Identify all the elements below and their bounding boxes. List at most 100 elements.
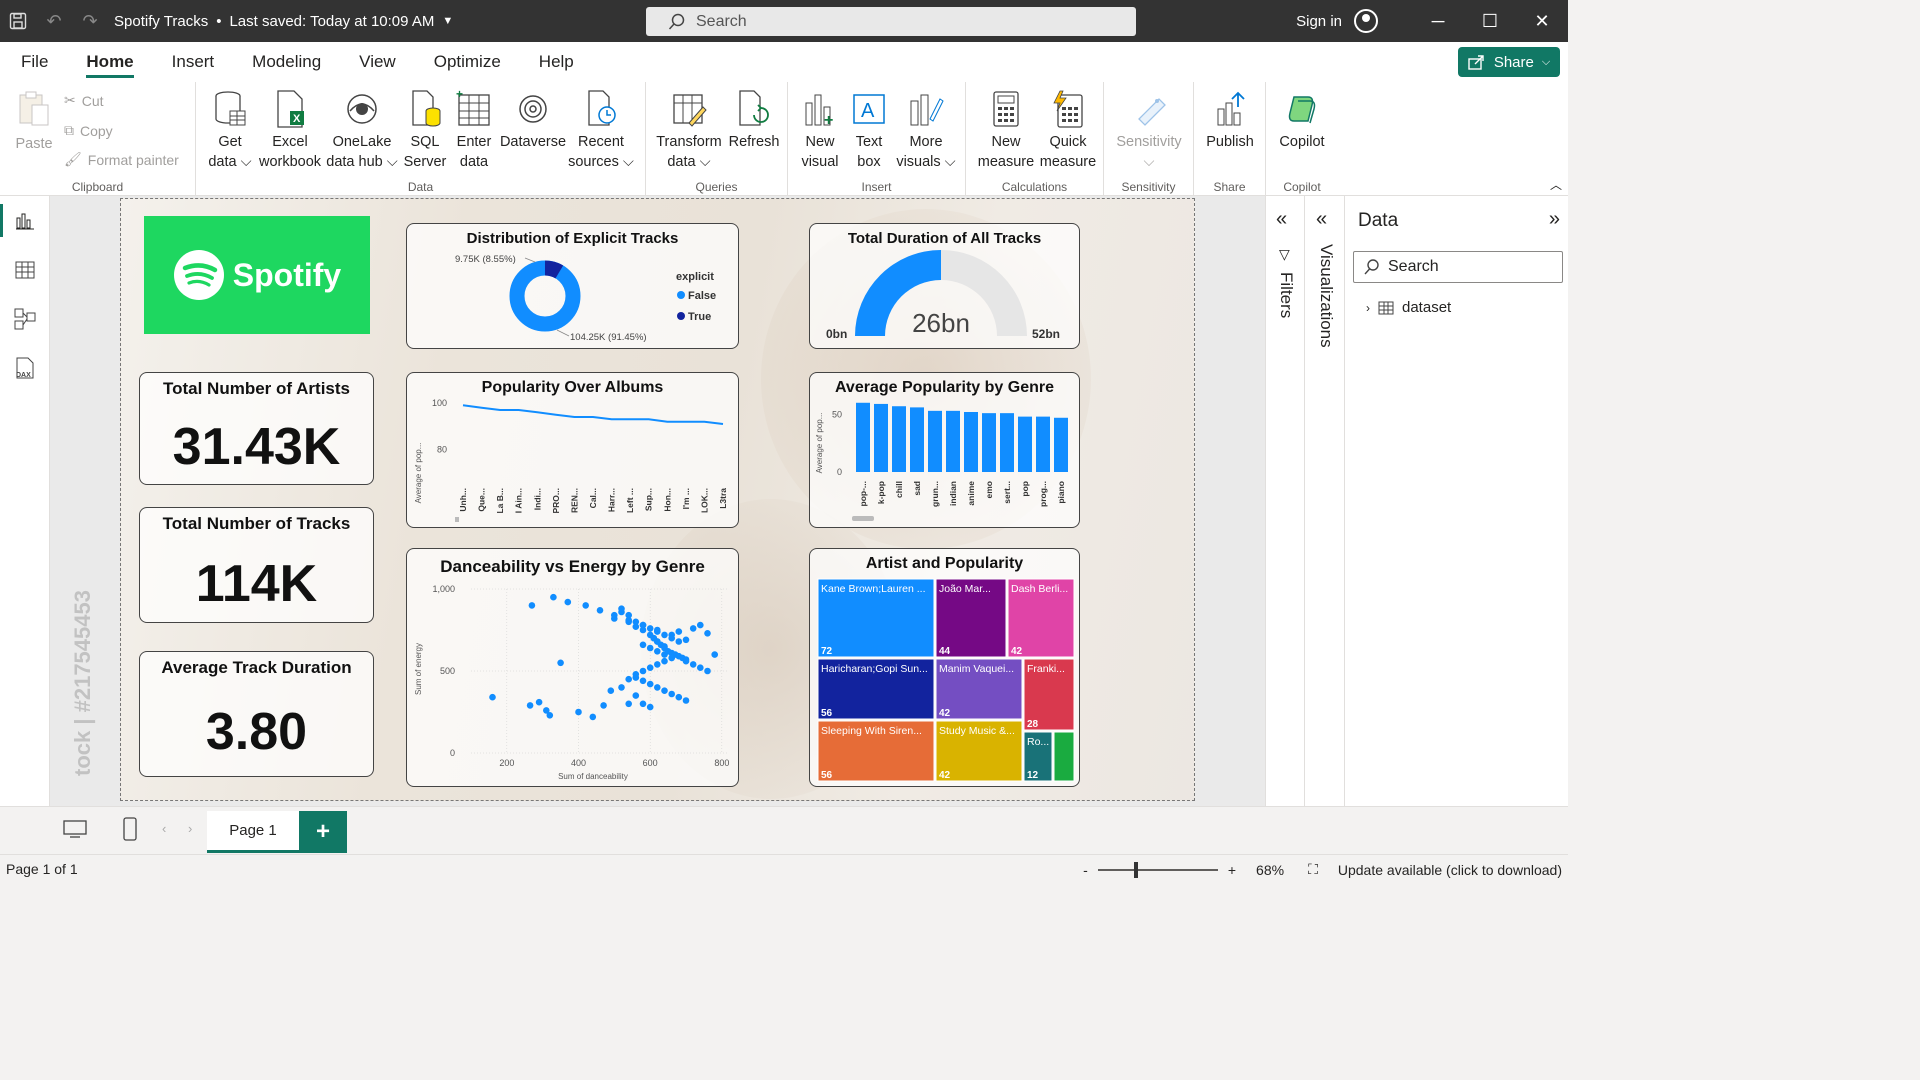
legend-item-true[interactable]: True [688, 311, 711, 323]
next-page-icon[interactable]: › [188, 821, 192, 836]
scatter-point[interactable] [550, 593, 557, 601]
kpi-card-artists[interactable]: Total Number of Artists 31.43K [139, 372, 374, 485]
scatter-point[interactable] [661, 657, 668, 665]
menu-view[interactable]: View [340, 42, 415, 82]
scatter-point[interactable] [589, 713, 597, 721]
scatter-point[interactable] [689, 625, 697, 632]
scatter-chart-card[interactable]: Danceability vs Energy by Genre Sum of e… [406, 548, 739, 787]
scatter-point[interactable] [682, 636, 690, 644]
save-icon[interactable] [0, 0, 36, 42]
table-view-icon[interactable] [0, 245, 50, 294]
report-view-icon[interactable] [0, 196, 50, 245]
minimize-button[interactable]: ─ [1412, 0, 1464, 42]
search-input[interactable]: Search [646, 7, 1136, 36]
treemap-card[interactable]: Artist and Popularity Kane Brown;Lauren … [809, 548, 1080, 787]
new-measure-button[interactable]: New measure [974, 88, 1038, 172]
collapse-filters-icon[interactable]: « [1276, 208, 1287, 231]
recent-sources-button[interactable]: Recent sources ⌵ [568, 88, 634, 172]
bar[interactable] [1036, 416, 1050, 472]
collapse-ribbon-icon[interactable]: ︿ [1550, 176, 1562, 193]
scatter-point[interactable] [675, 693, 683, 701]
scatter-point[interactable] [646, 664, 654, 671]
copy-button[interactable]: ⧉ Copy [64, 122, 113, 139]
menu-help[interactable]: Help [520, 42, 593, 82]
onelake-button[interactable]: OneLake data hub ⌵ [324, 88, 400, 172]
scatter-point[interactable] [535, 698, 543, 706]
line-series[interactable] [462, 404, 724, 425]
scatter-point[interactable] [557, 659, 564, 667]
maximize-button[interactable]: ☐ [1464, 0, 1516, 42]
menu-optimize[interactable]: Optimize [415, 42, 520, 82]
bar[interactable] [946, 410, 960, 472]
scatter-point[interactable] [596, 607, 604, 614]
excel-workbook-button[interactable]: X Excel workbook [256, 88, 324, 172]
redo-icon[interactable]: ↷ [72, 0, 108, 42]
bar[interactable] [1018, 416, 1032, 472]
scatter-point[interactable] [639, 667, 647, 675]
zoom-thumb[interactable] [1133, 861, 1138, 878]
scatter-point[interactable] [625, 616, 632, 624]
scatter-point[interactable] [618, 605, 625, 612]
scatter-point[interactable] [704, 630, 711, 637]
copilot-button[interactable]: Copilot [1272, 88, 1332, 152]
gauge-card[interactable]: Total Duration of All Tracks 26bn 0bn 52… [809, 223, 1080, 349]
bar[interactable] [910, 407, 924, 472]
kpi-card-duration[interactable]: Average Track Duration 3.80 [139, 651, 374, 777]
filters-pane-label[interactable]: Filters [1276, 272, 1296, 318]
menu-modeling[interactable]: Modeling [233, 42, 340, 82]
zoom-level[interactable]: 68% [1256, 862, 1284, 878]
legend-item-false[interactable]: False [688, 290, 716, 302]
donut-chart-card[interactable]: Distribution of Explicit Tracks 9.75K (8… [406, 223, 739, 349]
line-chart-card[interactable]: Popularity Over Albums Average of pop...… [406, 372, 739, 528]
undo-icon[interactable]: ↶ [36, 0, 72, 42]
add-page-button[interactable]: + [299, 811, 347, 853]
horizontal-scrollbar[interactable] [455, 517, 459, 522]
scatter-point[interactable] [646, 680, 654, 688]
share-button[interactable]: Share ⌵ [1458, 47, 1560, 77]
page-tab[interactable]: Page 1 [207, 811, 299, 853]
model-view-icon[interactable] [0, 294, 50, 343]
data-search-input[interactable]: Search [1353, 251, 1563, 283]
menu-file[interactable]: File [2, 42, 67, 82]
bar-chart-card[interactable]: Average Popularity by Genre Average of p… [809, 372, 1080, 528]
bar[interactable] [928, 410, 942, 472]
expand-data-icon[interactable]: » [1549, 208, 1560, 231]
dax-query-view-icon[interactable]: DAX [0, 343, 50, 392]
scatter-point[interactable] [600, 702, 607, 709]
bar[interactable] [874, 403, 888, 472]
scatter-point[interactable] [711, 651, 718, 658]
scatter-point[interactable] [632, 671, 640, 678]
scatter-point[interactable] [697, 621, 704, 629]
scatter-point[interactable] [654, 684, 661, 691]
scatter-point[interactable] [661, 631, 668, 639]
donut-slice-false[interactable] [509, 260, 581, 332]
window-title[interactable]: Spotify Tracks • Last saved: Today at 10… [114, 13, 453, 30]
scatter-point[interactable] [625, 675, 632, 683]
zoom-in-button[interactable]: + [1228, 862, 1236, 878]
horizontal-scrollbar[interactable] [852, 516, 874, 521]
scatter-point[interactable] [661, 687, 668, 694]
scatter-point[interactable] [682, 657, 690, 665]
get-data-button[interactable]: Get data ⌵ [204, 88, 256, 172]
scatter-point[interactable] [654, 626, 661, 634]
scatter-point[interactable] [661, 651, 668, 658]
scatter-point[interactable] [675, 628, 683, 635]
scatter-point[interactable] [639, 700, 647, 708]
scatter-point[interactable] [654, 661, 661, 668]
new-visual-button[interactable]: + New visual [796, 88, 844, 172]
scatter-point[interactable] [704, 667, 711, 675]
scatter-point[interactable] [697, 664, 704, 671]
scatter-point[interactable] [582, 602, 589, 609]
spotify-logo[interactable]: Spotify [144, 216, 370, 334]
more-visuals-button[interactable]: More visuals ⌵ [896, 88, 956, 172]
scatter-point[interactable] [639, 621, 647, 629]
scatter-point[interactable] [528, 602, 536, 609]
enter-data-button[interactable]: + Enter data [450, 88, 498, 172]
scatter-point[interactable] [632, 692, 640, 699]
sensitivity-button[interactable]: Sensitivity ⌵ [1112, 88, 1186, 172]
scatter-point[interactable] [654, 648, 661, 655]
scatter-point[interactable] [607, 687, 615, 694]
scatter-point[interactable] [632, 618, 640, 626]
text-box-button[interactable]: A Text box [846, 88, 892, 172]
scatter-point[interactable] [646, 625, 654, 632]
